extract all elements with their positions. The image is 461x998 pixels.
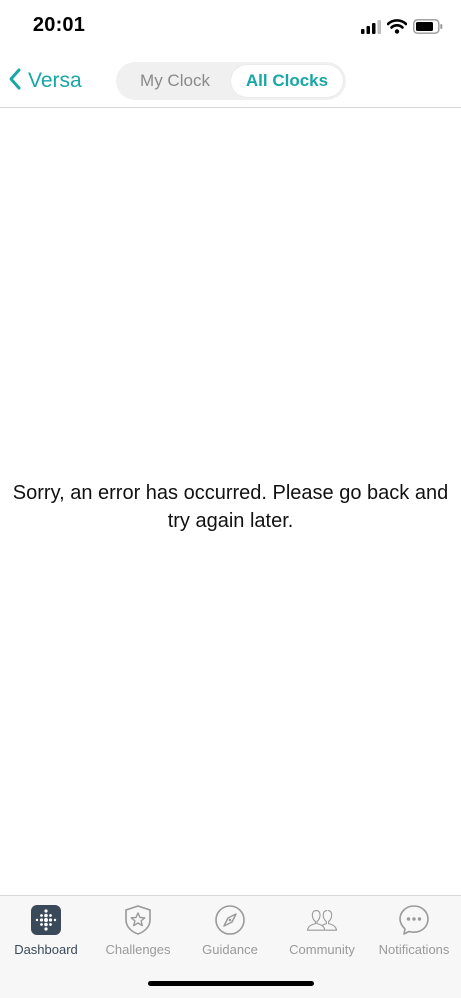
tab-bar: Dashboard Challenges Guidance Community …	[0, 895, 461, 998]
back-label: Versa	[28, 69, 82, 92]
tab-label-notifications: Notifications	[378, 942, 450, 957]
segment-all-clocks[interactable]: All Clocks	[231, 65, 343, 97]
chevron-left-icon	[8, 67, 22, 96]
status-bar: 20:01	[0, 0, 461, 56]
back-button[interactable]: Versa	[8, 64, 82, 98]
tab-label-challenges: Challenges	[105, 942, 171, 957]
error-message: Sorry, an error has occurred. Please go …	[12, 482, 449, 532]
cellular-signal-icon	[361, 19, 381, 39]
tab-challenges[interactable]: Challenges	[92, 904, 184, 957]
fitbit-dots-icon	[30, 904, 62, 936]
tab-dashboard[interactable]: Dashboard	[0, 904, 92, 957]
people-icon	[306, 904, 338, 936]
tab-community[interactable]: Community	[276, 904, 368, 957]
tab-label-community: Community	[289, 942, 355, 957]
status-icons	[361, 19, 443, 39]
tab-label-dashboard: Dashboard	[14, 942, 78, 957]
tab-label-guidance: Guidance	[202, 942, 258, 957]
chat-bubble-icon	[398, 904, 430, 936]
clock-segmented-control: My Clock All Clocks	[116, 62, 346, 100]
battery-icon	[413, 19, 443, 39]
compass-icon	[214, 904, 246, 936]
home-indicator	[148, 981, 314, 986]
main-content: Sorry, an error has occurred. Please go …	[0, 109, 461, 895]
tab-notifications[interactable]: Notifications	[368, 904, 460, 957]
tab-guidance[interactable]: Guidance	[184, 904, 276, 957]
status-time: 20:01	[32, 14, 86, 36]
segment-my-clock[interactable]: My Clock	[119, 65, 231, 97]
star-shield-icon	[122, 904, 154, 936]
nav-bar: Versa My Clock All Clocks	[0, 56, 461, 108]
wifi-icon	[386, 19, 408, 39]
